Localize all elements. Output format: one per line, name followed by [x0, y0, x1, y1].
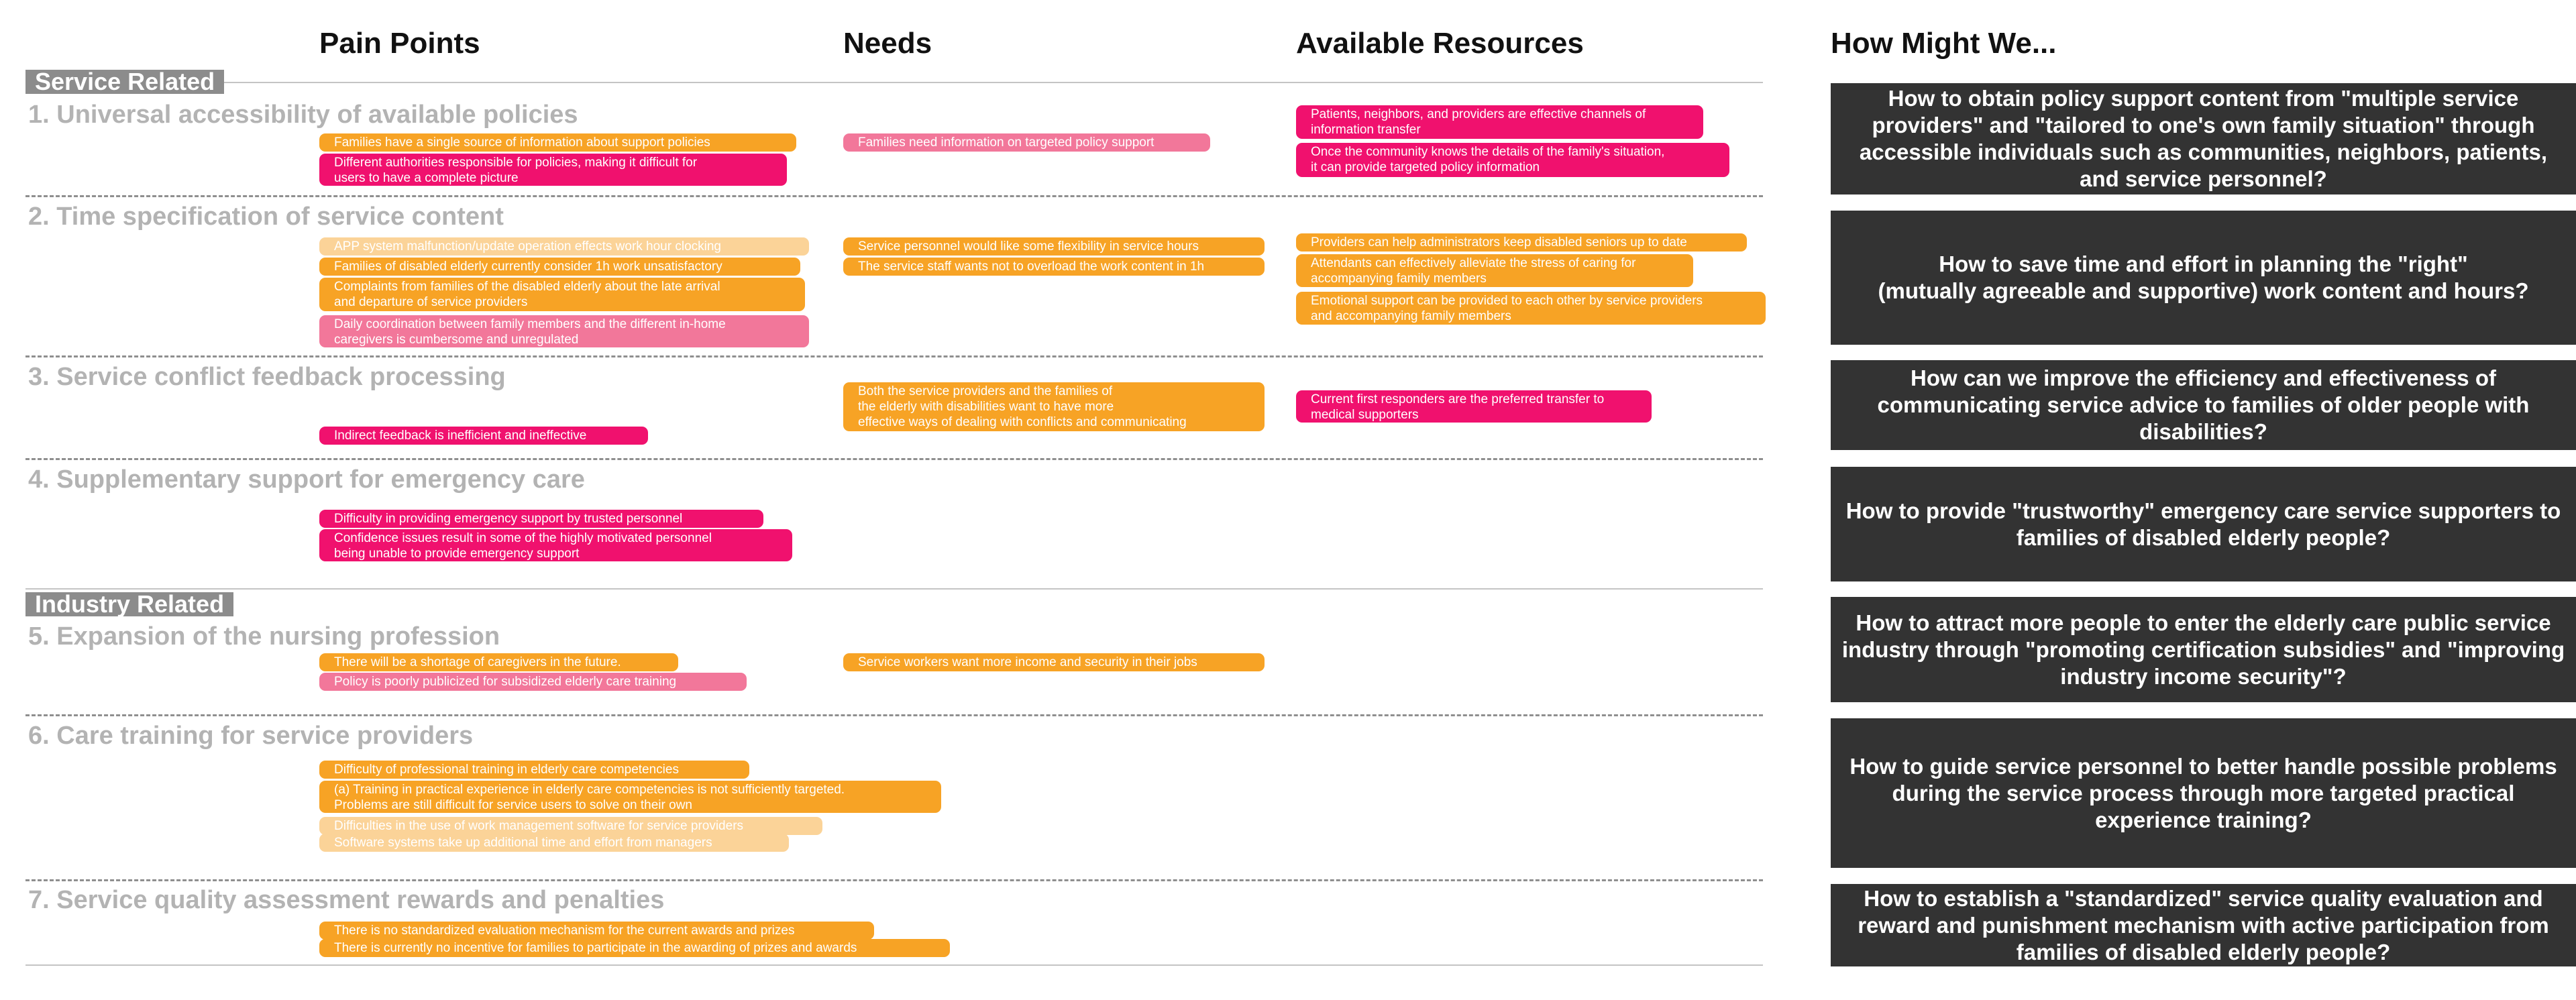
how-might-we-header: How Might We... [1831, 27, 2057, 60]
pain-point-note: Complaints from families of the disabled… [319, 278, 805, 311]
resource-note: Patients, neighbors, and providers are e… [1296, 105, 1703, 139]
pain-point-note: Different authorities responsible for po… [319, 154, 787, 186]
category-divider [25, 355, 1763, 357]
resource-note: Once the community knows the details of … [1296, 143, 1729, 177]
pain-point-note: Daily coordination between family member… [319, 315, 809, 347]
hmw-box-7: How to establish a "standardized" servic… [1831, 884, 2576, 966]
category-divider [25, 458, 1763, 460]
hmw-box-4: How to provide "trustworthy" emergency c… [1831, 467, 2576, 581]
pain-points-header: Pain Points [319, 27, 480, 60]
pain-point-note: Families have a single source of informa… [319, 133, 796, 152]
pain-point-note: APP system malfunction/update operation … [319, 237, 809, 256]
category-divider [25, 195, 1763, 197]
resource-note: Providers can help administrators keep d… [1296, 233, 1747, 252]
pain-point-note: (a) Training in practical experience in … [319, 781, 941, 813]
category-title-3: 3. Service conflict feedback processing [28, 363, 506, 391]
category-divider [25, 879, 1763, 881]
need-note: Both the service providers and the famil… [843, 382, 1265, 431]
pain-point-note: There is currently no incentive for fami… [319, 939, 950, 957]
hmw-box-6: How to guide service personnel to better… [1831, 718, 2576, 868]
category-title-4: 4. Supplementary support for emergency c… [28, 465, 585, 494]
pain-point-note: Difficulties in the use of work manageme… [319, 817, 822, 835]
category-title-2: 2. Time specification of service content [28, 203, 504, 231]
pain-point-note: Families of disabled elderly currently c… [319, 258, 800, 276]
section-divider [25, 588, 1763, 590]
industry-related-band: Industry Related [25, 592, 234, 616]
pain-point-note: Difficulty in providing emergency suppor… [319, 510, 763, 528]
hmw-box-1: How to obtain policy support content fro… [1831, 83, 2576, 195]
pain-point-note: Indirect feedback is inefficient and ine… [319, 427, 648, 445]
pain-point-note: Software systems take up additional time… [319, 834, 789, 852]
resource-note: Emotional support can be provided to eac… [1296, 292, 1766, 325]
need-note: Service workers want more income and sec… [843, 653, 1265, 671]
category-title-1: 1. Universal accessibility of available … [28, 101, 578, 129]
need-note: Service personnel would like some flexib… [843, 237, 1265, 256]
pain-point-note: Policy is poorly publicized for subsidiz… [319, 673, 747, 691]
category-title-5: 5. Expansion of the nursing profession [28, 622, 500, 651]
resource-note: Current first responders are the preferr… [1296, 390, 1652, 423]
needs-header: Needs [843, 27, 932, 60]
hmw-box-5: How to attract more people to enter the … [1831, 597, 2576, 702]
resource-note: Attendants can effectively alleviate the… [1296, 254, 1693, 287]
hmw-box-3: How can we improve the efficiency and ef… [1831, 360, 2576, 450]
section-divider [25, 964, 1763, 966]
pain-point-note: Difficulty of professional training in e… [319, 761, 749, 779]
category-divider [25, 714, 1763, 716]
category-title-6: 6. Care training for service providers [28, 722, 474, 750]
hmw-box-2: How to save time and effort in planning … [1831, 211, 2576, 345]
category-title-7: 7. Service quality assessment rewards an… [28, 886, 665, 914]
pain-point-note: There will be a shortage of caregivers i… [319, 653, 678, 671]
pain-point-note: There is no standardized evaluation mech… [319, 922, 874, 940]
need-note: Families need information on targeted po… [843, 133, 1210, 152]
available-resources-header: Available Resources [1296, 27, 1584, 60]
section-divider [25, 82, 1763, 83]
need-note: The service staff wants not to overload … [843, 258, 1265, 276]
service-related-band: Service Related [25, 70, 225, 94]
pain-point-note: Confidence issues result in some of the … [319, 529, 792, 561]
